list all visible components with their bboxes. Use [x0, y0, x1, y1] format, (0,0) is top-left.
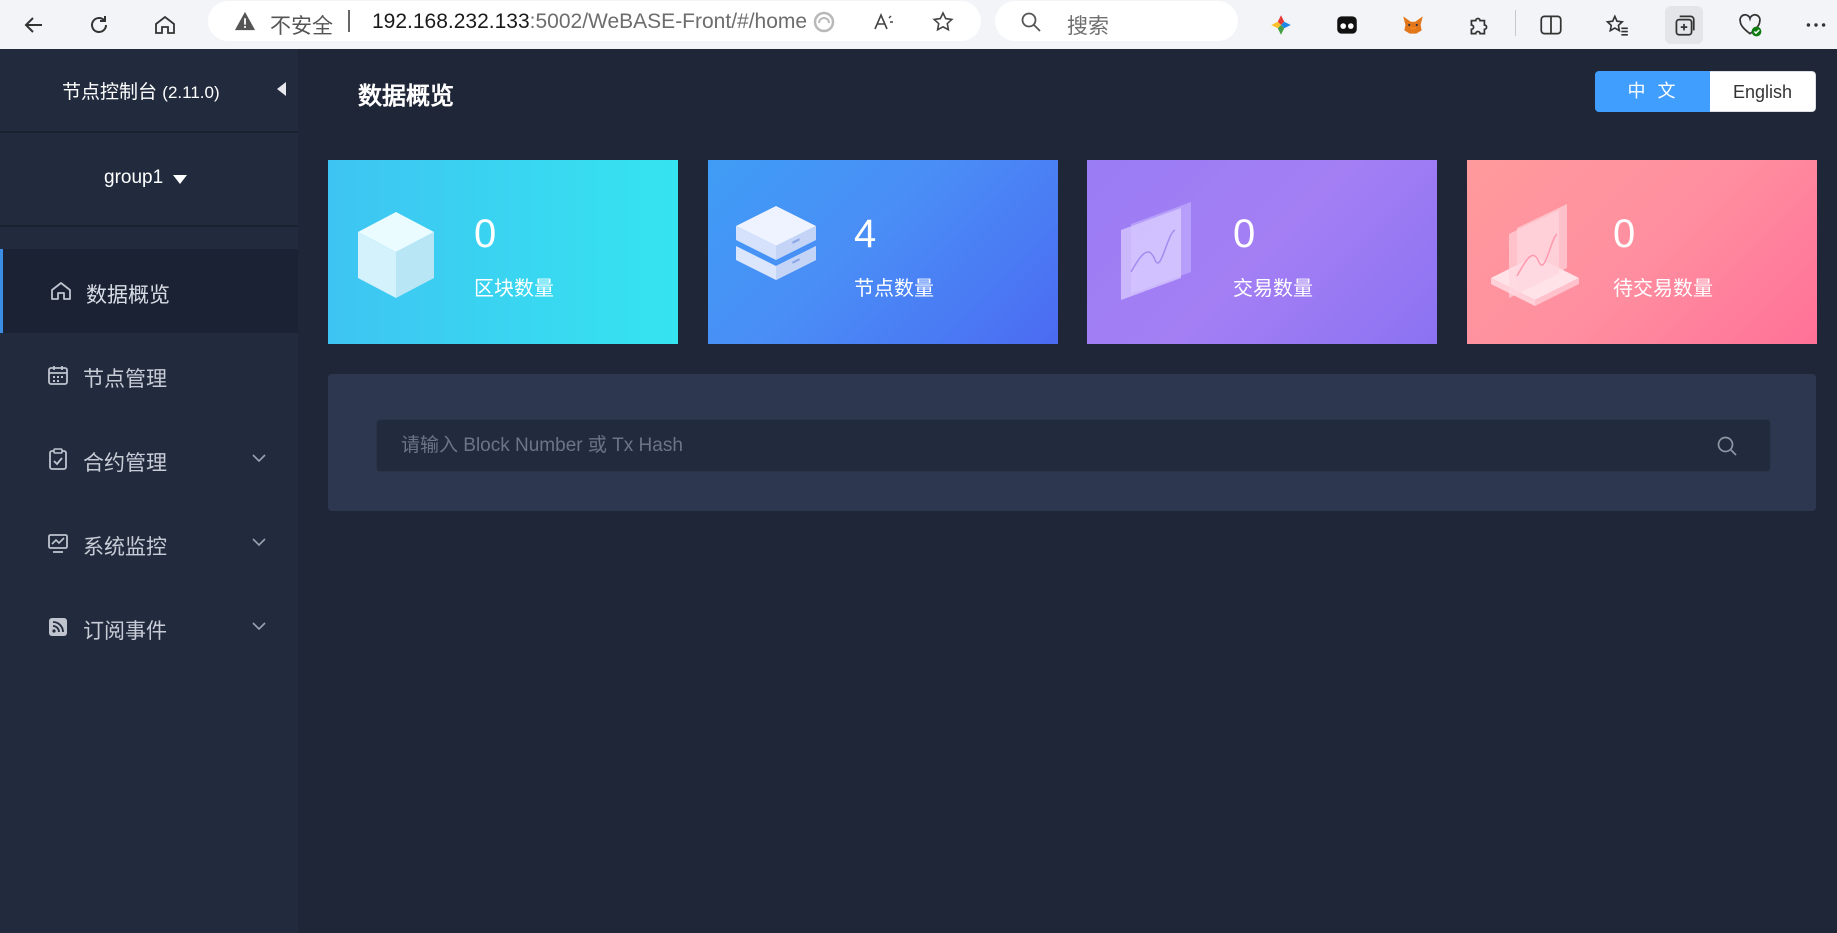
calendar-icon [48, 366, 68, 385]
read-aloud-icon[interactable] [871, 9, 897, 35]
search-icon[interactable] [1715, 434, 1739, 458]
server-icon [736, 206, 816, 280]
browser-essentials-icon[interactable] [1731, 6, 1769, 44]
favorite-star-icon[interactable] [930, 9, 956, 35]
refresh-icon[interactable] [80, 6, 118, 44]
app-version: (2.11.0) [162, 83, 220, 102]
stat-card-nodes[interactable]: 4 节点数量 [708, 160, 1058, 344]
cube-icon [358, 212, 434, 298]
stat-label: 待交易数量 [1613, 278, 1713, 300]
sidebar: 节点控制台 (2.11.0) group1 数据概览 节点管理 合约管理 系统监… [0, 49, 298, 933]
sidebar-item-node-management[interactable]: 节点管理 [0, 333, 298, 417]
sidebar-item-label: 系统监控 [83, 536, 167, 559]
sidebar-item-label: 订阅事件 [83, 620, 167, 643]
pending-panel-icon [1491, 204, 1579, 306]
insecure-label: 不安全 [270, 15, 333, 38]
lang-english-button[interactable]: English [1710, 71, 1816, 112]
colorful-extension-icon[interactable] [1262, 6, 1300, 44]
sidebar-item-system-monitor[interactable]: 系统监控 [0, 501, 298, 585]
browser-search-placeholder: 搜索 [1067, 15, 1109, 38]
home-browser-icon[interactable] [146, 6, 184, 44]
chart-panel-icon [1121, 202, 1191, 300]
group-selector[interactable]: group1 [0, 135, 298, 227]
sidebar-item-label: 节点管理 [83, 368, 167, 391]
favorites-list-icon[interactable] [1598, 6, 1636, 44]
stat-value: 0 [474, 212, 497, 256]
stat-card-pending-transactions[interactable]: 0 待交易数量 [1467, 160, 1817, 344]
url-host: 192.168.232.133 [372, 10, 530, 33]
page-title: 数据概览 [358, 83, 454, 110]
stat-value: 4 [854, 212, 877, 256]
chevron-down-icon [252, 538, 266, 547]
metamask-fox-icon[interactable] [1394, 6, 1432, 44]
warning-icon [234, 11, 256, 31]
stat-value: 0 [1613, 212, 1636, 256]
edge-icon[interactable] [811, 9, 837, 35]
stat-label: 节点数量 [854, 278, 934, 300]
search-panel [328, 374, 1816, 511]
sidebar-item-label: 合约管理 [83, 452, 167, 475]
app-title: 节点控制台 (2.11.0) [62, 77, 220, 104]
more-menu-icon[interactable] [1797, 6, 1835, 44]
caret-down-icon [173, 175, 187, 184]
lang-chinese-button[interactable]: 中文 [1595, 71, 1710, 112]
clipboard-icon [49, 448, 67, 470]
language-switch: 中文 English [1595, 71, 1816, 112]
stat-label: 区块数量 [474, 278, 554, 300]
monitor-chart-icon [48, 534, 68, 553]
address-divider [348, 10, 350, 32]
sidebar-brand: 节点控制台 (2.11.0) [0, 49, 298, 133]
split-screen-icon[interactable] [1532, 6, 1570, 44]
sidebar-item-contract-management[interactable]: 合约管理 [0, 417, 298, 501]
app-title-text: 节点控制台 [62, 82, 158, 103]
search-icon [1021, 12, 1041, 32]
browser-toolbar: 不安全 192.168.232.133:5002/WeBASE-Front/#/… [0, 0, 1837, 49]
stat-card-transactions[interactable]: 0 交易数量 [1087, 160, 1437, 344]
chevron-down-icon [252, 622, 266, 631]
group-label: group1 [104, 167, 164, 188]
sidebar-item-label: 数据概览 [86, 284, 170, 307]
toolbar-divider [1515, 10, 1516, 36]
stat-label: 交易数量 [1233, 278, 1313, 300]
extensions-puzzle-icon[interactable] [1460, 6, 1498, 44]
stat-card-blocks[interactable]: 0 区块数量 [328, 160, 678, 344]
collections-icon[interactable] [1665, 6, 1703, 44]
back-icon[interactable] [15, 6, 53, 44]
collapse-sidebar-icon[interactable] [275, 81, 287, 97]
glasses-extension-icon[interactable] [1328, 6, 1366, 44]
browser-search-box[interactable]: 搜索 [995, 1, 1238, 41]
stat-value: 0 [1233, 212, 1256, 256]
url-path: :5002/WeBASE-Front/#/home [529, 10, 808, 33]
sidebar-item-overview[interactable]: 数据概览 [0, 249, 298, 333]
url-text[interactable]: 192.168.232.133:5002/WeBASE-Front/#/home [372, 10, 807, 34]
sidebar-item-event-subscription[interactable]: 订阅事件 [0, 585, 298, 669]
home-icon [51, 282, 71, 300]
rss-icon [49, 618, 67, 636]
block-tx-search-input[interactable] [376, 419, 1771, 472]
chevron-down-icon [252, 454, 266, 463]
address-bar[interactable]: 不安全 192.168.232.133:5002/WeBASE-Front/#/… [208, 1, 981, 41]
